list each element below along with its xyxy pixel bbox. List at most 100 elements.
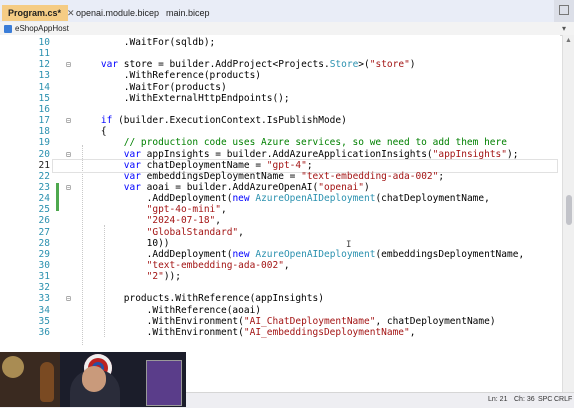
code-line[interactable]: "gpt-4o-mini", (78, 204, 227, 215)
tab-overflow-button[interactable] (554, 0, 574, 22)
code-editor[interactable]: I 10 .WaitFor(sqldb); 11 12 ⊟ var store = b… (0, 35, 560, 392)
project-dropdown[interactable]: eShopAppHost (2, 23, 562, 34)
code-token: "AI_embeddingsDeploymentName" (243, 326, 410, 338)
code-line[interactable]: { (78, 126, 107, 137)
line-number: 31 (38, 271, 50, 283)
code-line[interactable]: var chatDeploymentName = "gpt-4"; (78, 160, 313, 171)
line-number: 23 (38, 181, 50, 193)
line-number: 22 (38, 170, 50, 182)
code-line[interactable]: .WaitFor(products) (78, 82, 227, 93)
code-token: // production code uses Azure services, … (78, 137, 507, 149)
line-number: 28 (38, 237, 50, 249)
tab-label: Program.cs* (8, 8, 62, 18)
line-number: 15 (38, 92, 50, 104)
code-line[interactable]: // production code uses Azure services, … (78, 137, 507, 148)
collapse-icon[interactable]: ⊟ (66, 150, 71, 159)
line-number: 14 (38, 81, 50, 93)
line-indicator[interactable]: Ln: 21 (488, 396, 507, 403)
code-token: "text-embedding-ada-002" (146, 260, 284, 271)
code-line[interactable]: .WithExternalHttpEndpoints(); (78, 93, 290, 104)
line-number: 13 (38, 70, 50, 82)
code-line[interactable]: "GlobalStandard", (78, 227, 244, 238)
code-token: "AI_ChatDeploymentName" (243, 315, 376, 327)
navigation-bar: eShopAppHost ▾ (0, 22, 574, 36)
code-line[interactable]: 10)) (78, 238, 170, 249)
line-number: 10 (38, 37, 50, 48)
line-ending-indicator[interactable]: CRLF (554, 396, 572, 403)
line-number: 27 (38, 226, 50, 238)
code-token: (embeddingsDeploymentName, (375, 248, 525, 260)
code-token: 10)) (78, 237, 170, 249)
code-line[interactable]: var embeddingsDeploymentName = "text-emb… (78, 171, 444, 182)
change-indicator (56, 183, 59, 211)
code-line[interactable]: if (builder.ExecutionContext.IsPublishMo… (78, 115, 347, 126)
line-number: 16 (38, 103, 50, 115)
code-token: "text-embedding-ada-002" (301, 170, 439, 182)
line-number: 20 (38, 148, 50, 160)
tab-label: openai.module.bicep (76, 7, 160, 18)
code-token: var (123, 159, 141, 171)
code-token: , (221, 204, 227, 216)
code-token: store = builder.AddProject<Projects. (118, 59, 330, 71)
code-token: var (100, 59, 119, 71)
scroll-up-icon[interactable]: ▲ (565, 37, 572, 44)
vertical-scrollbar[interactable]: ▲ (562, 35, 574, 392)
whitespace-indicator[interactable]: SPC (538, 396, 552, 403)
code-token: , chatDeploymentName) (375, 315, 496, 327)
code-token: "2" (146, 271, 164, 283)
code-token: .WithEnvironment( (78, 326, 244, 338)
code-token: , (215, 215, 222, 227)
line-number: 11 (38, 48, 50, 60)
code-token: "openai" (318, 181, 365, 193)
code-token: ; (438, 170, 445, 182)
code-line[interactable]: "2024-07-18", (78, 215, 221, 226)
line-number: 36 (38, 326, 50, 338)
code-line[interactable]: var store = builder.AddProject<Projects.… (78, 59, 416, 70)
code-token: .AddDeployment( (78, 248, 233, 260)
code-line[interactable]: .WithEnvironment("AI_ChatDeploymentName"… (78, 316, 496, 327)
tab-main-bicep[interactable]: main.bicep (160, 4, 230, 21)
collapse-icon[interactable]: ⊟ (66, 60, 71, 69)
code-line[interactable]: .AddDeployment(new AzureOpenAIDeployment… (78, 193, 490, 204)
line-number: 17 (38, 115, 50, 127)
column-indicator[interactable]: Ch: 36 (514, 396, 535, 403)
code-line[interactable]: "text-embedding-ada-002", (78, 260, 290, 271)
code-line[interactable]: "2")); (78, 271, 181, 282)
line-number: 34 (38, 304, 50, 316)
code-token: embeddingsDeploymentName = (140, 170, 302, 182)
code-token: Store (329, 59, 359, 71)
code-token: >( (358, 59, 370, 71)
window-icon (559, 5, 569, 15)
line-number: 29 (38, 248, 50, 260)
code-line[interactable]: .WithEnvironment("AI_embeddingsDeploymen… (78, 326, 416, 338)
webcam-overlay (0, 352, 186, 407)
tab-program-cs[interactable]: Program.cs* ✕ (2, 5, 75, 21)
code-line[interactable]: .AddDeployment(new AzureOpenAIDeployment… (78, 248, 525, 260)
code-token: var (123, 170, 141, 182)
code-token: .WaitFor(sqldb); (78, 37, 216, 48)
code-line[interactable]: products.WithReference(appInsights) (78, 293, 324, 304)
chevron-down-icon[interactable]: ▾ (562, 24, 566, 33)
collapse-icon[interactable]: ⊟ (66, 183, 71, 192)
code-line[interactable]: .WithReference(products) (78, 70, 261, 81)
collapse-icon[interactable]: ⊟ (66, 294, 71, 303)
scrollbar-thumb[interactable] (566, 195, 572, 225)
code-token: ) (409, 59, 416, 71)
code-line[interactable]: .WaitFor(sqldb); (78, 37, 216, 48)
presenter-face (82, 366, 106, 392)
code-token: "gpt-4" (266, 159, 307, 171)
code-token: chatDeploymentName = (140, 159, 267, 171)
code-line[interactable]: var aoai = builder.AddAzureOpenAI("opena… (78, 182, 370, 193)
collapse-icon[interactable]: ⊟ (66, 116, 71, 125)
code-token: .WithEnvironment( (78, 315, 244, 327)
code-token: .WithExternalHttpEndpoints(); (78, 92, 290, 104)
tab-openai-module-bicep[interactable]: openai.module.bicep (70, 4, 166, 21)
code-token: var (123, 181, 141, 193)
code-line[interactable]: .WithReference(aoai) (78, 305, 261, 316)
code-token: , (238, 226, 244, 238)
